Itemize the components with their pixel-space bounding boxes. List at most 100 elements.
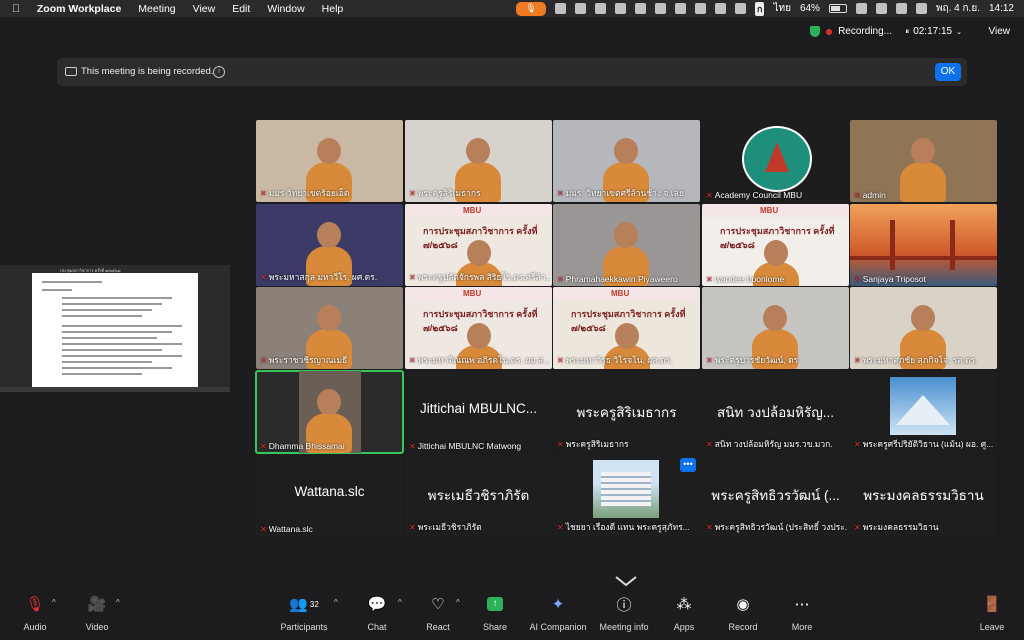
participants-caret-icon[interactable]: ^ — [334, 598, 338, 607]
battery-icon[interactable] — [828, 4, 847, 13]
participant-video-head — [615, 323, 639, 349]
audio-button[interactable]: 🎙 Audio — [0, 592, 70, 640]
participant-tile[interactable]: ✕ พระครูศรีปริยัติวิธาน (แม้น) ผอ. ศู... — [850, 371, 997, 453]
mic-muted-icon: ✕ — [409, 272, 416, 282]
participant-tile[interactable]: Wattana.slc ✕ Wattana.slc — [256, 454, 403, 536]
participant-tile[interactable]: สนิท วงปล้อมหิรัญ... ✕ สนิท วงปล้อมหิรัญ ม… — [702, 371, 849, 453]
encryption-shield-icon[interactable] — [810, 26, 821, 37]
menubar-date[interactable]: พฤ. 4 ก.ย. — [936, 1, 980, 16]
menu-edit[interactable]: Edit — [232, 3, 250, 15]
logo-emblem-icon — [765, 142, 789, 172]
participant-tile[interactable]: ✕ พระครูบวรชัยวัฒน์, ดร — [702, 287, 849, 369]
participant-tile[interactable]: ✕ มมร วิทยาเขตร้อยเอ็ด — [256, 120, 403, 202]
info-icon[interactable] — [615, 3, 626, 14]
chat-caret-icon[interactable]: ^ — [398, 598, 402, 607]
chevron-down-icon: ⌄ — [956, 28, 962, 36]
video-button[interactable]: 🎥 Video — [62, 592, 132, 640]
camera-icon — [65, 67, 77, 76]
control-center-icon[interactable] — [895, 3, 907, 14]
participant-video-head — [317, 138, 341, 164]
menu-help[interactable]: Help — [322, 3, 344, 15]
line-icon[interactable] — [575, 3, 586, 14]
participant-tile[interactable]: ✕ พระมหาสกุล มหาวีโร, ผศ.ดร. — [256, 204, 403, 286]
participant-tile[interactable]: ✕ มมร. วิทยาเขตศรีล้านช้าง จ.เลย — [553, 120, 700, 202]
ai-companion-label: AI Companion — [529, 622, 587, 632]
participant-tile[interactable]: พระมงคลธรรมวิธาน ✕ พระมงคลธรรมวิธาน — [850, 454, 997, 536]
participant-name-label: ✕ Phramahaekkawin Piyaweero — [557, 274, 698, 284]
participant-tile[interactable]: ✕ พระครูสิริเมธากร — [405, 120, 552, 202]
bridge-deck — [850, 256, 997, 260]
participant-name: พระครูสิทธิวรวัฒน์ (ประสิทธิ์ วงประ... — [714, 522, 847, 532]
participant-tile[interactable]: พระครูสิริเมธากร ✕ พระครูสิริเมธากร — [553, 371, 700, 453]
leave-button[interactable]: 🚪 Leave — [957, 592, 1024, 640]
participant-tile[interactable]: พระครูสิทธิวรวัฒน์ (... ✕ พระครูสิทธิวรวัฒ… — [702, 454, 849, 536]
bluetooth-icon[interactable] — [655, 3, 666, 14]
view-button[interactable]: View — [989, 26, 1011, 37]
recording-indicator[interactable]: Recording... — [810, 26, 892, 37]
menu-meeting[interactable]: Meeting — [138, 3, 175, 15]
participant-tile[interactable]: ✕ ไชยยา เรืองดี แทน พระครูสุภัทร... — [553, 454, 700, 536]
participant-name: พระครูสิริเมธากร — [417, 188, 481, 198]
participant-tile[interactable]: ✕ พระมหาศุภชัย สุภกิจโจ, รศ.ดร. — [850, 287, 997, 369]
clock-icon[interactable] — [735, 3, 746, 14]
audio-label: Audio — [23, 622, 47, 632]
participant-video-head — [317, 305, 341, 331]
share-button[interactable]: ↑ Share — [460, 592, 530, 640]
apple-icon[interactable]:  — [12, 3, 20, 15]
collapse-chevron-icon[interactable] — [614, 575, 638, 587]
participant-tile[interactable]: ✕ Academy Council MBU — [702, 120, 849, 202]
info-icon[interactable]: i — [213, 66, 225, 78]
participant-tile[interactable]: MBU การประชุมสภาวิชาการ ครั้งที่ ๗/๒๕๖๘ ✕ w… — [702, 204, 849, 286]
share-label: Share — [482, 622, 508, 632]
mic-in-use-icon[interactable]: 🎙 — [516, 1, 546, 16]
shared-screen-preview[interactable]: ประชุมสภาวิชาการ ครั้งที่ ๗/๒๕๖๘ — [0, 265, 230, 392]
video-options-caret-icon[interactable]: ^ — [116, 598, 120, 607]
status-icon[interactable] — [595, 3, 606, 14]
play-icon[interactable] — [695, 3, 706, 14]
participant-tile[interactable]: พระเมธีวชิราภิรัต ✕ พระเมธีวชิราภิรัต — [405, 454, 552, 536]
mic-muted-icon: ✕ — [854, 190, 861, 200]
video-off-icon: 🎥 — [87, 596, 107, 613]
meeting-timer[interactable]: ⏸ 02:17:15 ⌄ — [905, 26, 962, 37]
more-label: More — [791, 622, 813, 632]
menu-view[interactable]: View — [193, 3, 216, 15]
leave-icon: 🚪 — [982, 596, 1002, 613]
bridge-tower — [890, 220, 895, 270]
app-menu-zoom[interactable]: Zoom Workplace — [37, 3, 121, 15]
ai-companion-button[interactable]: ✦ AI Companion — [523, 592, 593, 640]
participant-tile[interactable]: MBU การประชุมสภาวิชาการ ครั้งที่ ๗/๒๕๖๘ ✕ พ… — [405, 204, 552, 286]
participant-tile[interactable]: Jittichai MBULNC... ✕ Jittichai MBULNC Mat… — [405, 371, 552, 453]
audio-options-caret-icon[interactable]: ^ — [52, 598, 56, 607]
participant-display-name: พระเมธีวชิราภิรัต — [427, 488, 530, 503]
wifi-icon[interactable] — [855, 3, 867, 14]
menubar-time[interactable]: 14:12 — [989, 3, 1014, 14]
participants-button[interactable]: 👥 32 Participants — [269, 592, 339, 640]
participant-tile[interactable]: ✕ Phramahaekkawin Piyaweero — [553, 204, 700, 286]
participant-tile[interactable]: ✕ Dhamma Bhissamai — [255, 370, 404, 454]
mic-muted-icon: ✕ — [409, 355, 416, 365]
wifi-hotspot-icon[interactable] — [635, 3, 646, 14]
participant-tile[interactable]: MBU การประชุมสภาวิชาการ ครั้งที่ ๗/๒๕๖๘ ✕ พ… — [405, 287, 552, 369]
siri-icon[interactable] — [915, 3, 927, 14]
participant-video-head — [317, 222, 341, 248]
input-language[interactable]: ไทย — [773, 1, 790, 16]
more-button[interactable]: ⋯ More — [767, 592, 837, 640]
search-icon[interactable] — [875, 3, 887, 14]
participant-tile[interactable]: ✕ Sanjaya Triposot — [850, 204, 997, 286]
mic-muted-icon: ✕ — [557, 522, 564, 532]
zoom-status-icon[interactable] — [555, 3, 566, 14]
input-source-icon[interactable]: ก — [755, 1, 765, 16]
participant-tile[interactable]: ✕ พระราชวชิรญาณเมธี — [256, 287, 403, 369]
tile-more-options-icon[interactable]: ••• — [680, 458, 696, 472]
participant-tile[interactable]: MBU การประชุมสภาวิชาการ ครั้งที่ ๗/๒๕๖๘ ✕ พ… — [553, 287, 700, 369]
recording-label: Recording... — [838, 26, 892, 37]
lock-icon[interactable] — [675, 3, 686, 14]
menu-window[interactable]: Window — [267, 3, 304, 15]
headphones-icon[interactable] — [715, 3, 726, 14]
mic-muted-icon: ✕ — [706, 522, 713, 532]
ok-button[interactable]: OK — [935, 63, 961, 81]
participant-name-label: ✕ มมร วิทยาเขตร้อยเอ็ด — [260, 186, 401, 200]
participant-video-head — [764, 240, 788, 266]
mic-muted-icon: ✕ — [260, 355, 267, 365]
participant-tile[interactable]: ✕ admin — [850, 120, 997, 202]
